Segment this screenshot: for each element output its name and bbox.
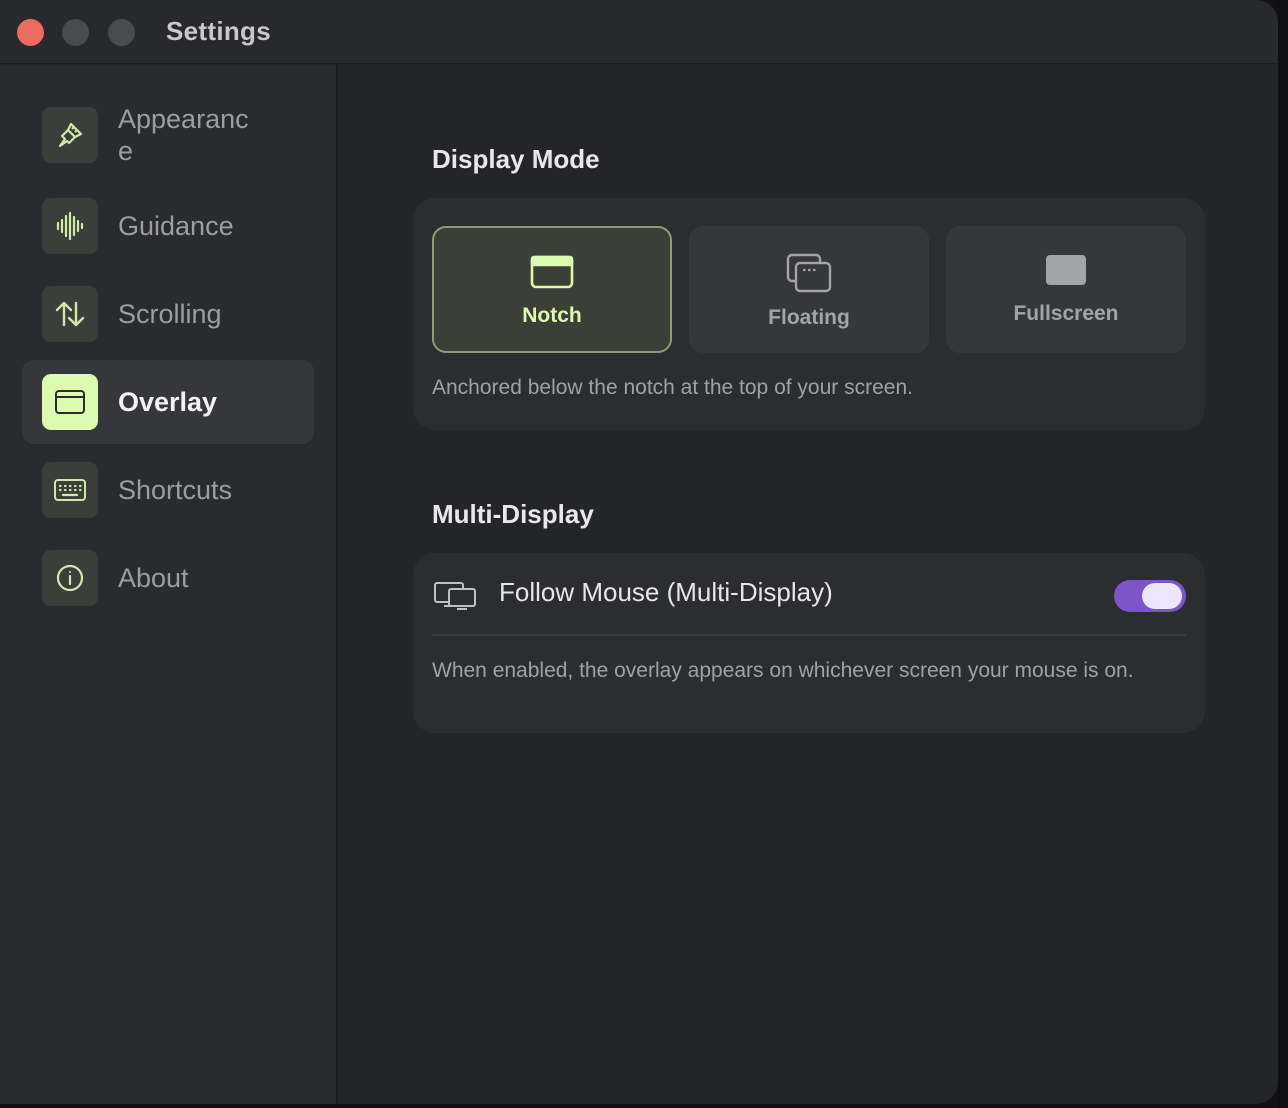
mode-notch-button[interactable]: Notch <box>432 226 672 353</box>
close-button[interactable] <box>17 19 44 46</box>
divider <box>432 634 1186 636</box>
sidebar-item-label: Guidance <box>118 211 234 241</box>
info-icon <box>42 550 98 606</box>
mode-label: Floating <box>768 306 850 329</box>
waveform-icon <box>42 198 98 254</box>
toggle-knob <box>1142 583 1182 609</box>
sidebar-item-label: Shortcuts <box>118 475 233 505</box>
multi-display-card: Follow Mouse (Multi-Display) When enable… <box>413 553 1205 733</box>
mode-label: Fullscreen <box>1013 302 1119 325</box>
sidebar-item-scrolling[interactable]: Scrolling <box>22 272 314 356</box>
keyboard-icon <box>42 462 98 518</box>
sidebar-item-label: About <box>118 563 189 593</box>
multi-display-description: When enabled, the overlay appears on whi… <box>432 659 1134 682</box>
mode-floating-button[interactable]: Floating <box>689 226 929 353</box>
mode-label: Notch <box>522 304 582 327</box>
follow-mouse-label: Follow Mouse (Multi-Display) <box>499 577 833 607</box>
paintbrush-icon <box>42 107 98 163</box>
sidebar-item-about[interactable]: About <box>22 536 314 620</box>
maximize-button[interactable] <box>108 19 135 46</box>
sidebar-item-overlay[interactable]: Overlay <box>22 360 314 444</box>
multi-display-heading: Multi-Display <box>432 499 594 529</box>
display-mode-heading: Display Mode <box>432 144 600 174</box>
sidebar-item-shortcuts[interactable]: Shortcuts <box>22 448 314 532</box>
sidebar-item-label: Scrolling <box>118 299 222 329</box>
display-mode-description: Anchored below the notch at the top of y… <box>432 376 913 399</box>
sidebar: Appearance Guidance Scrolling Overlay Sh… <box>0 65 338 1104</box>
display-mode-card: Notch Floating Fullscreen Anchored below… <box>413 198 1205 430</box>
displays-icon <box>433 581 477 616</box>
sidebar-item-label: Appearance <box>118 104 249 166</box>
settings-window: Settings Appearance Guidance Scrolling O… <box>0 0 1278 1104</box>
fullscreen-icon <box>1044 252 1088 293</box>
minimize-button[interactable] <box>62 19 89 46</box>
notch-window-icon <box>530 254 574 295</box>
floating-windows-icon <box>786 253 832 298</box>
desktop-background <box>1278 0 1288 1108</box>
sidebar-item-label: Overlay <box>118 387 218 417</box>
overlay-window-icon <box>42 374 98 430</box>
up-down-arrows-icon <box>42 286 98 342</box>
sidebar-item-appearance[interactable]: Appearance <box>22 93 314 177</box>
mode-fullscreen-button[interactable]: Fullscreen <box>946 226 1186 353</box>
window-title: Settings <box>166 16 271 46</box>
sidebar-item-guidance[interactable]: Guidance <box>22 184 314 268</box>
follow-mouse-toggle[interactable] <box>1114 580 1186 612</box>
title-bar: Settings <box>0 0 1278 64</box>
